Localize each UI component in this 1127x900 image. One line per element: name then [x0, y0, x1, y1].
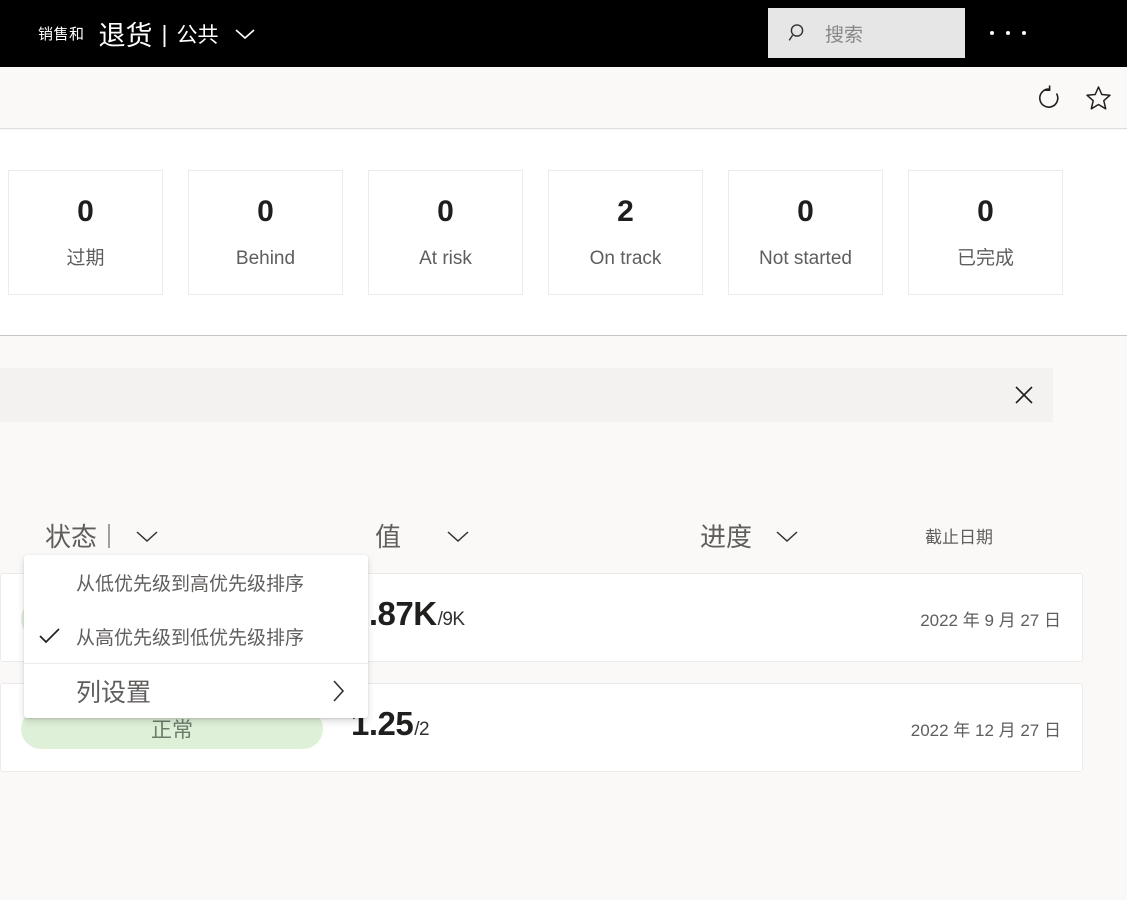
value-target: /9K — [437, 609, 466, 630]
status-summary-strip: 0 过期 0 Behind 0 At risk 2 On track 0 Not… — [0, 130, 1127, 336]
menu-item-sort-ascending[interactable]: 从低优先级到高优先级排序 — [24, 555, 368, 609]
stat-label: On track — [589, 248, 662, 269]
app-title[interactable]: 退货 — [99, 14, 153, 53]
star-icon[interactable] — [1085, 85, 1112, 112]
menu-item-label: 列设置 — [76, 679, 152, 707]
menu-item-label: 从低优先级到高优先级排序 — [76, 573, 305, 595]
due-date-cell: 2022 年 12 月 27 日 — [910, 721, 1061, 740]
menu-item-label: 从高优先级到低优先级排序 — [76, 627, 305, 649]
sort-indicator-icon — [108, 523, 111, 548]
ellipsis-icon[interactable] — [990, 21, 1026, 45]
chevron-down-icon[interactable] — [774, 528, 800, 544]
check-icon — [24, 626, 76, 646]
stat-count: 0 — [797, 195, 814, 228]
chevron-down-icon[interactable] — [445, 528, 471, 544]
app-prefix-label: 销售和 — [38, 26, 85, 43]
notice-bar — [0, 368, 1053, 422]
title-separator: | — [161, 21, 168, 47]
scope-label[interactable]: 公共 — [177, 19, 219, 49]
search-placeholder: 搜索 — [825, 24, 864, 46]
stat-count: 0 — [257, 195, 274, 228]
top-navigation-bar: 销售和 退货 | 公共 搜索 — [0, 0, 1127, 67]
menu-item-sort-descending[interactable]: 从高优先级到低优先级排序 — [24, 609, 368, 663]
stat-card-at-risk[interactable]: 0 At risk — [368, 170, 523, 295]
value-cell: 7.87K /9K — [351, 595, 465, 633]
column-header-status[interactable]: 状态 — [45, 517, 160, 554]
due-date-cell: 2022 年 9 月 27 日 — [920, 611, 1061, 630]
close-icon[interactable] — [1010, 381, 1038, 409]
value-target: /2 — [414, 719, 430, 740]
chevron-right-icon[interactable] — [330, 678, 346, 704]
stat-card-not-started[interactable]: 0 Not started — [728, 170, 883, 295]
stat-label: 过期 — [66, 248, 105, 269]
stat-label: Behind — [235, 248, 296, 269]
column-header-progress[interactable]: 进度 — [700, 517, 800, 554]
stat-label: At risk — [419, 248, 472, 269]
column-label: 状态 — [45, 522, 98, 552]
stat-label: 已完成 — [956, 248, 1014, 269]
column-context-menu: 从低优先级到高优先级排序 从高优先级到低优先级排序 列设置 — [24, 555, 368, 718]
stat-count: 2 — [617, 195, 634, 228]
stat-card-behind[interactable]: 0 Behind — [188, 170, 343, 295]
search-icon — [787, 22, 809, 44]
command-bar — [0, 67, 1127, 129]
menu-item-column-settings[interactable]: 列设置 — [24, 664, 368, 718]
column-label: 截止日期 — [925, 528, 993, 547]
status-badge-label: 正常 — [151, 719, 193, 742]
refresh-icon[interactable] — [1036, 84, 1064, 112]
stat-card-completed[interactable]: 0 已完成 — [908, 170, 1063, 295]
stat-count: 0 — [977, 195, 994, 228]
column-header-value[interactable]: 值 — [375, 517, 471, 554]
column-header-due-date[interactable]: 截止日期 — [925, 523, 993, 548]
stat-count: 0 — [77, 195, 94, 228]
stat-label: Not started — [759, 248, 852, 269]
stat-card-on-track[interactable]: 2 On track — [548, 170, 703, 295]
chevron-down-icon[interactable] — [233, 26, 257, 42]
column-label: 值 — [375, 522, 402, 552]
column-label: 进度 — [700, 522, 753, 552]
stat-count: 0 — [437, 195, 454, 228]
chevron-down-icon[interactable] — [134, 528, 160, 544]
search-input[interactable]: 搜索 — [768, 8, 965, 58]
stat-card-overdue[interactable]: 0 过期 — [8, 170, 163, 295]
